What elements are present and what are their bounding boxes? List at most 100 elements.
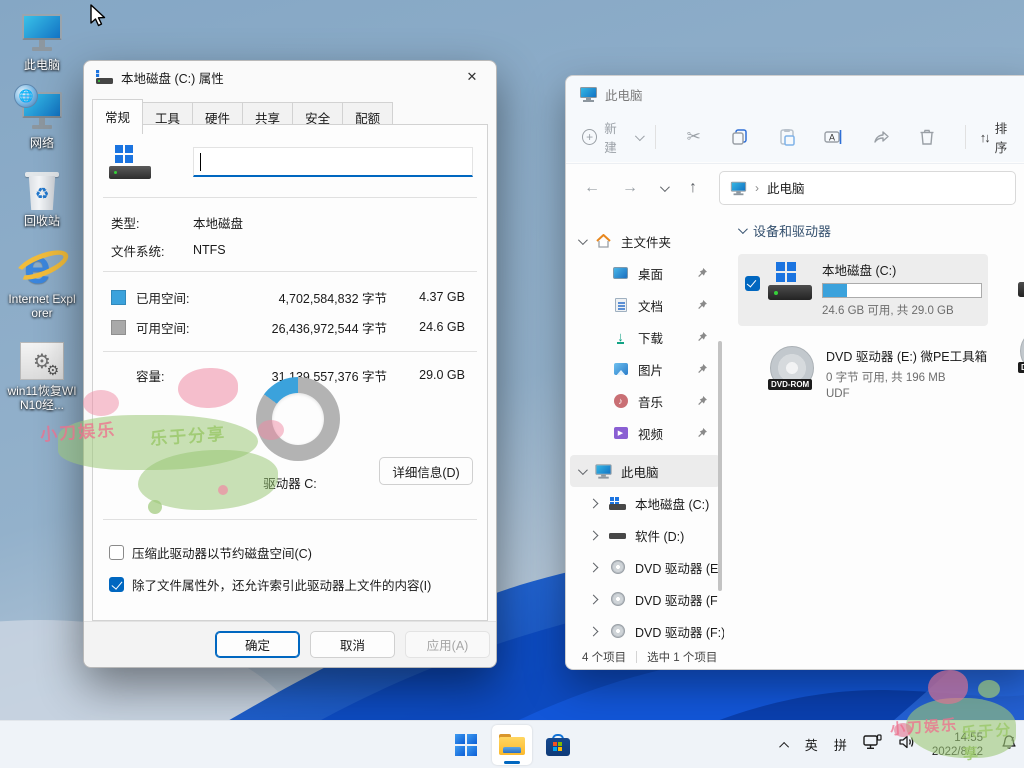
desktop-folder-icon <box>612 267 629 279</box>
volume-label-input[interactable] <box>193 147 473 177</box>
rename-button[interactable]: A <box>820 122 849 152</box>
sidebar-item-dvd-f2[interactable]: DVD 驱动器 (F:) <box>566 615 724 645</box>
chevron-right-icon <box>589 562 599 572</box>
sidebar-item-dvd-f[interactable]: DVD 驱动器 (F <box>566 583 724 615</box>
type-label: 类型: <box>111 213 193 232</box>
sort-button[interactable]: ↑↓ 排序 <box>980 118 1018 156</box>
drive-c-icon <box>768 262 812 302</box>
selection-checkbox[interactable] <box>745 276 760 291</box>
taskbar-microsoft-store[interactable] <box>538 725 578 765</box>
file-explorer-window: 此电脑 + 新建 ✂ A ↑↓ 排序 ← → <box>565 75 1024 670</box>
this-pc-icon <box>595 464 612 478</box>
pin-icon <box>697 363 708 377</box>
pin-icon <box>697 427 708 441</box>
history-dropdown[interactable] <box>660 179 667 197</box>
close-icon[interactable]: ✕ <box>454 64 490 90</box>
used-space-label: 已用空间: <box>136 288 208 307</box>
chevron-right-icon <box>589 626 599 636</box>
sidebar-item-documents[interactable]: 文档 <box>566 289 724 321</box>
explorer-navbar: ← → ↑ › 此电脑 <box>566 163 1024 211</box>
dialog-button-row: 确定 取消 应用(A) <box>84 621 496 667</box>
drive-c-usage-bar <box>822 283 982 298</box>
dvd-drive-icon <box>609 624 626 638</box>
ok-button[interactable]: 确定 <box>215 631 300 658</box>
copy-button[interactable] <box>726 122 755 152</box>
sidebar-item-dvd-e[interactable]: DVD 驱动器 (E <box>566 551 724 583</box>
desktop-icon-recycle-bin[interactable]: ♻ 回收站 <box>6 166 78 228</box>
start-button[interactable] <box>446 725 486 765</box>
notification-bell-icon[interactable]: z <box>999 733 1018 756</box>
sidebar-item-pictures[interactable]: 图片 <box>566 353 724 385</box>
sidebar-item-desktop[interactable]: 桌面 <box>566 257 724 289</box>
used-space-bytes: 4,702,584,832 字节 <box>208 288 401 307</box>
sidebar-item-videos[interactable]: ▶ 视频 <box>566 417 724 449</box>
dvd-rom-icon: DVD-ROM <box>768 346 816 392</box>
mouse-cursor <box>88 4 108 33</box>
devices-section-header[interactable]: 设备和驱动器 <box>738 221 1024 240</box>
delete-button[interactable] <box>913 122 942 152</box>
sidebar-item-this-pc[interactable]: 此电脑 <box>570 455 720 487</box>
explorer-statusbar: 4 个项目 选中 1 个项目 <box>566 645 1024 669</box>
address-bar[interactable]: › 此电脑 <box>719 171 1016 205</box>
taskbar-file-explorer[interactable] <box>492 725 532 765</box>
sidebar-item-music[interactable]: ♪ 音乐 <box>566 385 724 417</box>
drive-c-item[interactable]: 本地磁盘 (C:) 24.6 GB 可用, 共 29.0 GB <box>738 254 988 326</box>
compress-checkbox[interactable] <box>109 545 124 560</box>
file-explorer-icon <box>499 734 525 755</box>
share-button[interactable] <box>866 122 895 152</box>
capacity-donut-chart <box>256 377 340 461</box>
index-checkbox[interactable] <box>109 577 124 592</box>
up-button[interactable]: ↑ <box>689 179 697 197</box>
back-button[interactable]: ← <box>584 179 600 197</box>
new-button[interactable]: + 新建 <box>582 118 641 156</box>
taskbar: 英 拼 14:55 2022/8/12 z <box>0 720 1024 768</box>
sidebar-item-drive-d[interactable]: 软件 (D:) <box>566 519 724 551</box>
toolbar-divider <box>655 125 656 149</box>
free-space-swatch <box>111 320 126 335</box>
desktop-icon-network[interactable]: 🌐 网络 <box>6 88 78 150</box>
sort-arrows-icon: ↑↓ <box>980 130 989 145</box>
home-icon <box>595 234 612 248</box>
details-button[interactable]: 详细信息(D) <box>379 457 473 485</box>
dvd-e-item[interactable]: DVD-ROM DVD 驱动器 (E:) 微PE工具箱 0 字节 可用, 共 1… <box>738 340 988 408</box>
cancel-button[interactable]: 取消 <box>310 631 395 658</box>
cut-button[interactable]: ✂ <box>679 122 708 152</box>
windows-logo-icon <box>455 734 477 756</box>
filesystem-label: 文件系统: <box>111 241 193 260</box>
tray-date: 2022/8/12 <box>932 745 983 759</box>
breadcrumb-this-pc[interactable]: 此电脑 <box>767 178 805 197</box>
ime-pinyin-indicator[interactable]: 拼 <box>834 735 847 754</box>
clock[interactable]: 14:55 2022/8/12 <box>932 731 983 759</box>
tray-time: 14:55 <box>932 731 983 745</box>
drive-c-name: 本地磁盘 (C:) <box>822 260 982 279</box>
capacity-size: 29.0 GB <box>401 368 465 382</box>
partial-drive-d-icon <box>1018 257 1024 305</box>
desktop-icon-win11-restore[interactable]: ⚙⚙ win11恢复WIN10经... <box>6 336 78 412</box>
network-icon[interactable] <box>863 734 882 756</box>
ime-language-indicator[interactable]: 英 <box>805 735 818 754</box>
videos-icon: ▶ <box>612 427 629 439</box>
tab-general[interactable]: 常规 <box>92 99 143 134</box>
forward-button[interactable]: → <box>622 179 638 197</box>
used-space-size: 4.37 GB <box>401 290 465 304</box>
this-pc-icon <box>731 181 746 194</box>
sidebar-item-drive-c[interactable]: 本地磁盘 (C:) <box>566 487 724 519</box>
divider <box>103 351 477 352</box>
dialog-titlebar[interactable]: 本地磁盘 (C:) 属性 ✕ <box>84 61 496 93</box>
svg-text:z: z <box>1011 736 1014 743</box>
sidebar-item-home[interactable]: 主文件夹 <box>566 225 724 257</box>
this-pc-icon <box>20 10 64 54</box>
tray-expand-button[interactable] <box>782 736 789 754</box>
used-space-swatch <box>111 290 126 305</box>
desktop-icon-internet-explorer[interactable]: e Internet Explorer <box>6 244 78 320</box>
paste-button[interactable] <box>773 122 802 152</box>
explorer-titlebar[interactable]: 此电脑 <box>566 76 1024 112</box>
sidebar-scrollbar[interactable] <box>718 341 722 591</box>
svg-text:A: A <box>829 133 835 143</box>
desktop-icon-this-pc[interactable]: 此电脑 <box>6 10 78 72</box>
chevron-down-icon <box>635 131 645 141</box>
sidebar-item-downloads[interactable]: ↓ 下载 <box>566 321 724 353</box>
breadcrumb-separator: › <box>755 181 759 195</box>
drive-c-info: 24.6 GB 可用, 共 29.0 GB <box>822 302 982 318</box>
volume-icon[interactable] <box>898 734 916 755</box>
